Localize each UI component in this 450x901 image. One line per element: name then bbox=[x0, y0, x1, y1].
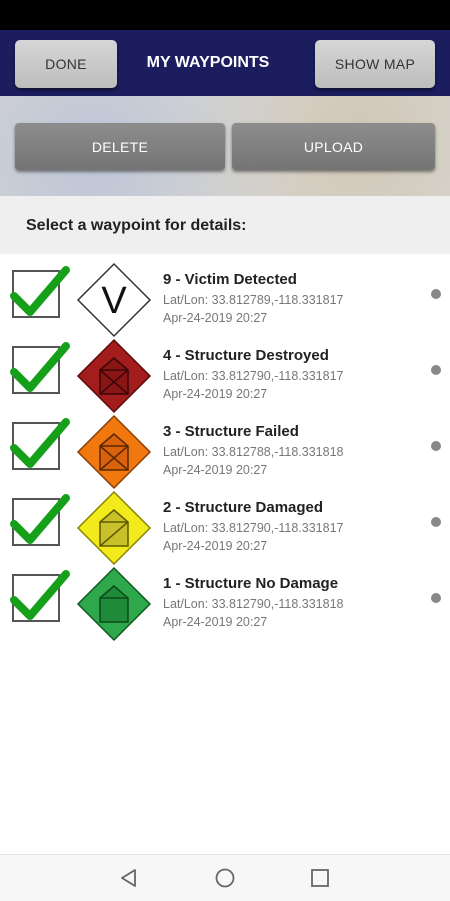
home-icon[interactable] bbox=[212, 865, 238, 891]
expand-icon[interactable] bbox=[431, 517, 441, 527]
waypoint-title: 2 - Structure Damaged bbox=[163, 499, 324, 516]
waypoint-row[interactable]: V 9 - Victim Detected Lat/Lon: 33.812789… bbox=[0, 258, 450, 338]
back-icon[interactable] bbox=[116, 865, 142, 891]
expand-icon[interactable] bbox=[431, 289, 441, 299]
waypoint-date: Apr-24-2019 20:27 bbox=[163, 387, 268, 401]
show-map-button[interactable]: SHOW MAP bbox=[315, 40, 435, 88]
waypoint-date: Apr-24-2019 20:27 bbox=[163, 615, 268, 629]
waypoint-title: 9 - Victim Detected bbox=[163, 271, 297, 288]
waypoint-row[interactable]: 4 - Structure Destroyed Lat/Lon: 33.8127… bbox=[0, 334, 450, 414]
page-title: MY WAYPOINTS bbox=[146, 54, 270, 71]
system-navbar bbox=[0, 854, 450, 901]
structure-damaged-icon bbox=[76, 490, 152, 566]
expand-icon[interactable] bbox=[431, 593, 441, 603]
list-prompt: Select a waypoint for details: bbox=[26, 217, 247, 234]
waypoint-coords: Lat/Lon: 33.812790,-118.331817 bbox=[163, 521, 344, 535]
waypoint-title: 3 - Structure Failed bbox=[163, 423, 299, 440]
waypoint-title: 4 - Structure Destroyed bbox=[163, 347, 329, 364]
checkmark-icon bbox=[10, 266, 70, 316]
structure-destroyed-icon bbox=[76, 338, 152, 414]
waypoint-list: V 9 - Victim Detected Lat/Lon: 33.812789… bbox=[0, 258, 450, 642]
checkmark-icon bbox=[10, 494, 70, 544]
waypoint-coords: Lat/Lon: 33.812790,-118.331818 bbox=[163, 597, 344, 611]
list-prompt-bar: Select a waypoint for details: bbox=[0, 196, 450, 254]
waypoint-row[interactable]: 1 - Structure No Damage Lat/Lon: 33.8127… bbox=[0, 562, 450, 642]
checkmark-icon bbox=[10, 570, 70, 620]
action-bar: DELETE UPLOAD bbox=[0, 96, 450, 196]
upload-button[interactable]: UPLOAD bbox=[232, 123, 435, 170]
delete-button[interactable]: DELETE bbox=[15, 123, 225, 170]
done-button[interactable]: DONE bbox=[15, 40, 117, 88]
structure-failed-icon bbox=[76, 414, 152, 490]
recents-icon[interactable] bbox=[307, 865, 333, 891]
waypoint-coords: Lat/Lon: 33.812788,-118.331818 bbox=[163, 445, 344, 459]
checkmark-icon bbox=[10, 418, 70, 468]
checkmark-icon bbox=[10, 342, 70, 392]
expand-icon[interactable] bbox=[431, 365, 441, 375]
app-header: DONE MY WAYPOINTS SHOW MAP bbox=[0, 30, 450, 96]
waypoint-row[interactable]: 2 - Structure Damaged Lat/Lon: 33.812790… bbox=[0, 486, 450, 566]
victim-marker-letter: V bbox=[101, 280, 127, 322]
waypoint-date: Apr-24-2019 20:27 bbox=[163, 539, 268, 553]
waypoint-date: Apr-24-2019 20:27 bbox=[163, 311, 268, 325]
expand-icon[interactable] bbox=[431, 441, 441, 451]
structure-no-damage-icon bbox=[76, 566, 152, 642]
waypoint-title: 1 - Structure No Damage bbox=[163, 575, 339, 592]
waypoint-row[interactable]: 3 - Structure Failed Lat/Lon: 33.812788,… bbox=[0, 410, 450, 490]
waypoint-coords: Lat/Lon: 33.812790,-118.331817 bbox=[163, 369, 344, 383]
waypoint-date: Apr-24-2019 20:27 bbox=[163, 463, 268, 477]
victim-detected-icon: V bbox=[76, 262, 152, 338]
waypoint-coords: Lat/Lon: 33.812789,-118.331817 bbox=[163, 293, 344, 307]
status-bar bbox=[0, 0, 450, 30]
